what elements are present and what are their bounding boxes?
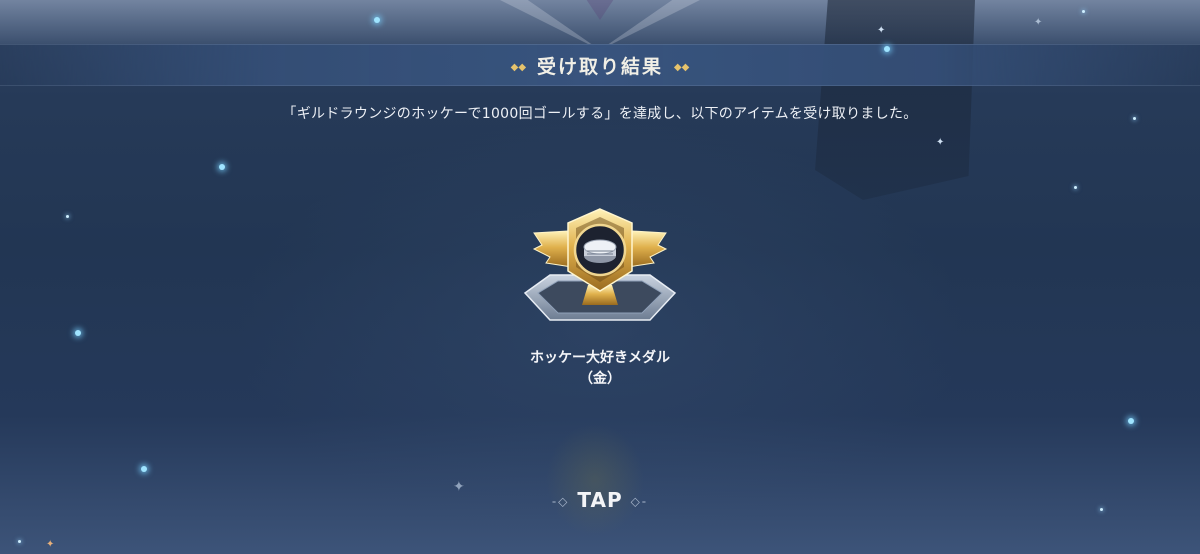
reward-item-name: ホッケー大好きメダル （金）	[0, 348, 1200, 390]
sparkle-icon	[1128, 418, 1134, 424]
sparkle-icon	[1133, 117, 1136, 120]
diamond-ornament-icon: ◆◆	[673, 62, 690, 73]
twinkle-star-icon: ✦	[877, 25, 886, 36]
reward-item-name-line2: （金）	[579, 371, 621, 387]
gold-hockey-puck-medal-icon[interactable]	[520, 205, 680, 330]
top-light-rays	[500, 0, 700, 50]
sparkle-icon	[1082, 10, 1085, 13]
reward-item-name-line1: ホッケー大好きメダル	[530, 350, 670, 366]
sparkle-icon	[75, 330, 81, 336]
result-title: ◆◆ 受け取り結果 ◆◆	[0, 52, 1200, 79]
diamond-ornament-icon: -◇	[551, 494, 570, 509]
diamond-ornament-icon: ◇-	[630, 494, 649, 509]
sparkle-icon	[219, 164, 225, 170]
sparkle-icon	[374, 17, 380, 23]
sparkle-icon	[66, 215, 69, 218]
background-structure	[815, 0, 975, 200]
twinkle-star-icon: ✦	[1034, 17, 1043, 28]
twinkle-star-icon: ✦	[46, 539, 55, 550]
character-silhouette	[520, 390, 670, 554]
tap-prompt-text: TAP	[577, 488, 623, 512]
achievement-message: 「ギルドラウンジのホッケーで1000回ゴールする」を達成し、以下のアイテムを受け…	[282, 106, 918, 122]
sparkle-icon	[884, 46, 890, 52]
twinkle-star-icon: ✦	[936, 137, 945, 148]
sparkle-icon	[18, 540, 21, 543]
diamond-ornament-icon: ◆◆	[510, 62, 527, 73]
result-title-text: 受け取り結果	[536, 56, 663, 78]
reward-result-screen[interactable]: ◆◆ 受け取り結果 ◆◆ 「ギルドラウンジのホッケーで1000回ゴールする」を達…	[0, 0, 1200, 554]
sparkle-icon	[141, 466, 147, 472]
sparkle-icon	[1074, 186, 1077, 189]
tap-to-continue[interactable]: -◇ TAP ◇-	[0, 488, 1200, 512]
